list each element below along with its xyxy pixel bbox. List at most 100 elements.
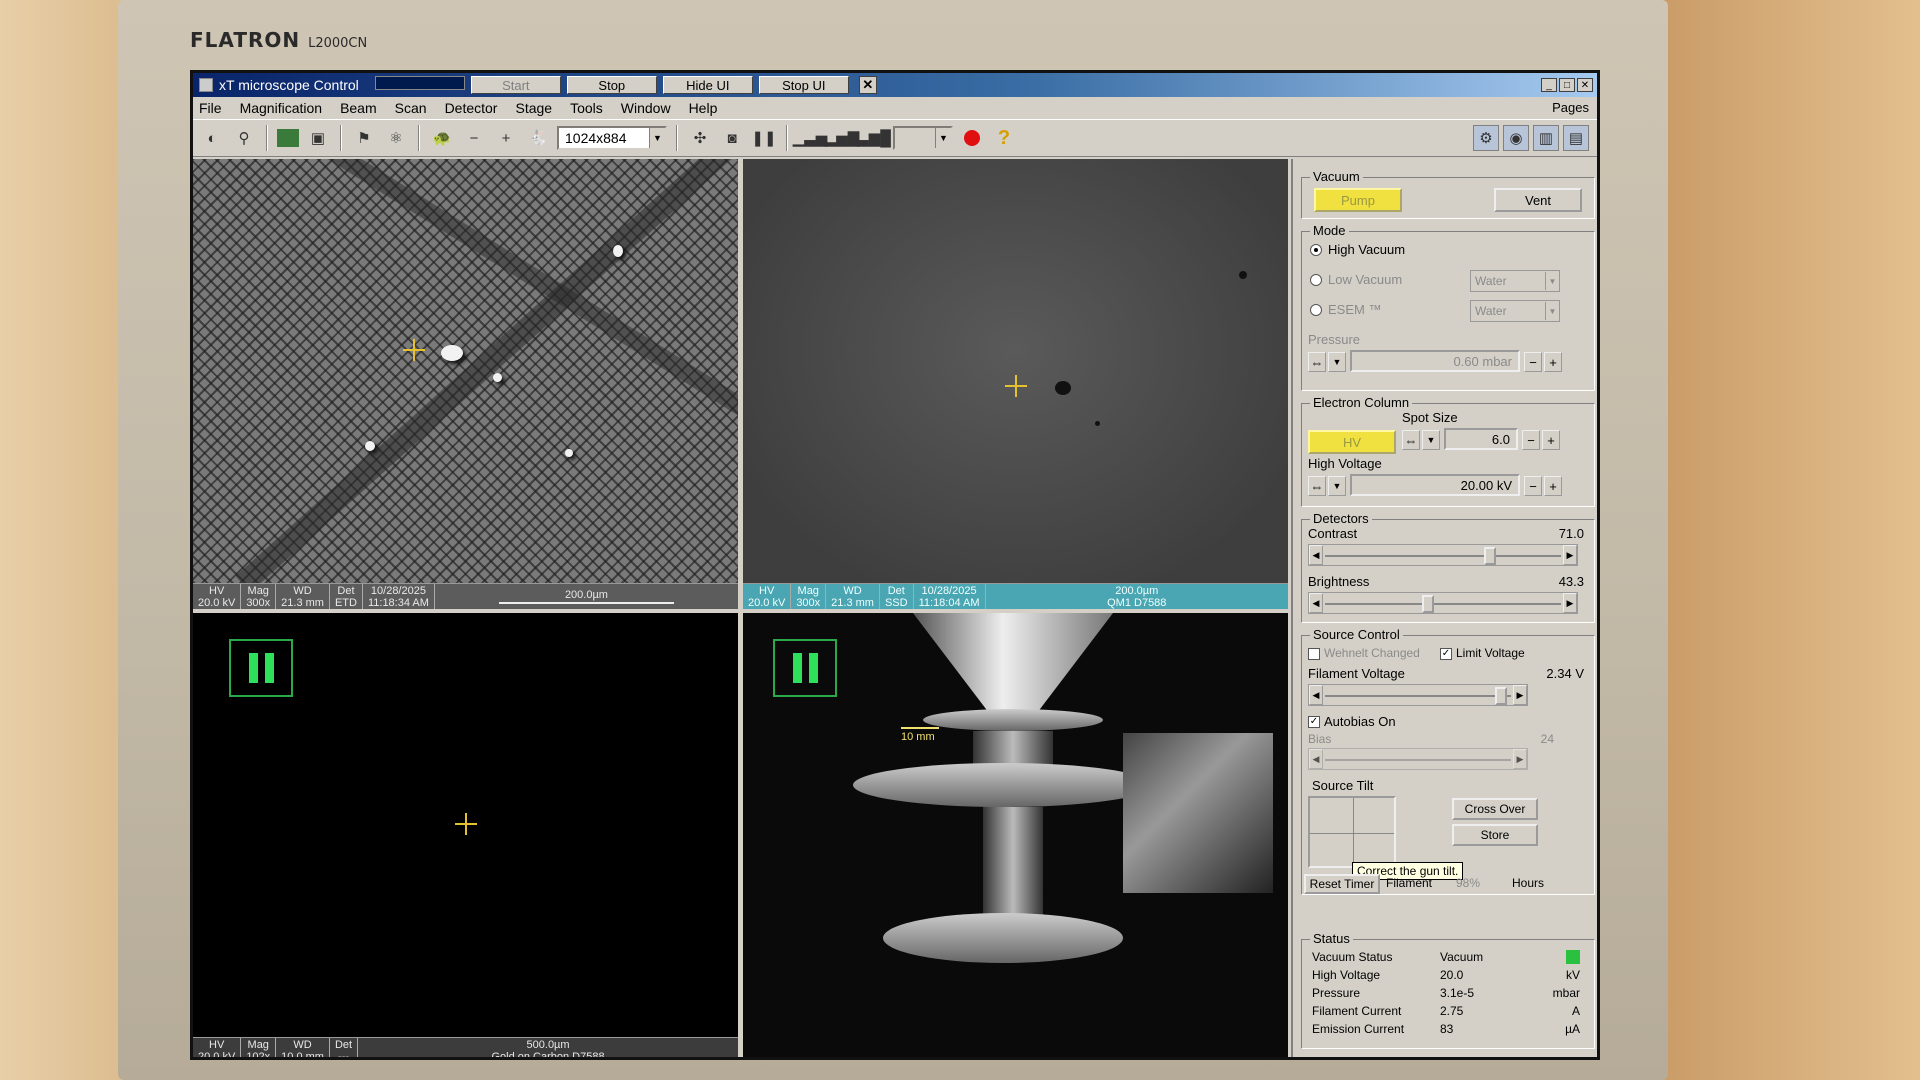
- autobias-checkbox[interactable]: ✓: [1308, 716, 1320, 728]
- hv-plus-button[interactable]: +: [1544, 476, 1562, 496]
- resolution-select[interactable]: 1024x884 ▼: [557, 126, 667, 150]
- esem-gas-select[interactable]: Water ▼: [1470, 300, 1560, 322]
- slider-left-icon[interactable]: ◀: [1309, 593, 1323, 613]
- menu-stage[interactable]: Stage: [515, 100, 552, 116]
- pressure-minus-button[interactable]: −: [1524, 352, 1542, 372]
- focus-icon[interactable]: ✣: [687, 125, 713, 151]
- minus-icon[interactable]: −: [461, 125, 487, 151]
- monitor-brand: FLATRON L2000CN: [190, 28, 367, 52]
- pressure-field[interactable]: 0.60 mbar: [1350, 350, 1520, 372]
- slider-right-icon[interactable]: ▶: [1563, 593, 1577, 613]
- slider-left-icon[interactable]: ◀: [1309, 749, 1323, 769]
- source-tilt-pad[interactable]: [1308, 796, 1396, 868]
- menu-magnification[interactable]: Magnification: [240, 100, 323, 116]
- image-icon[interactable]: [277, 129, 299, 147]
- quad-3-paused-image[interactable]: HV 20.0 kV Mag 102x WD 10.0 mm Det --- 500.0…: [193, 613, 738, 1058]
- hv-minus-button[interactable]: −: [1524, 476, 1542, 496]
- low-vacuum-radio[interactable]: [1310, 274, 1322, 286]
- spot-minus-button[interactable]: −: [1522, 430, 1540, 450]
- rabbit-icon[interactable]: 🐇: [525, 125, 551, 151]
- hide-ui-button[interactable]: Hide UI: [662, 76, 753, 94]
- strip-close-icon[interactable]: ✕: [858, 76, 877, 94]
- chevron-down-icon[interactable]: ▼: [1328, 352, 1346, 372]
- limit-voltage-checkbox[interactable]: ✓: [1440, 648, 1452, 660]
- beam-icon[interactable]: ◐: [199, 125, 225, 151]
- limit-voltage-label: Limit Voltage: [1456, 646, 1525, 660]
- low-vacuum-gas-select[interactable]: Water ▼: [1470, 270, 1560, 292]
- histogram3-icon[interactable]: ▃▆█: [857, 125, 891, 151]
- maximize-icon[interactable]: □: [1559, 78, 1575, 92]
- particle: [441, 345, 463, 361]
- pages-label[interactable]: Pages: [1552, 100, 1589, 115]
- menu-beam[interactable]: Beam: [340, 100, 377, 116]
- contrast-thumb[interactable]: [1484, 547, 1497, 565]
- stop-ui-button[interactable]: Stop UI: [758, 76, 849, 94]
- paused-icon: [773, 639, 837, 697]
- slider-left-icon[interactable]: ◀: [1309, 545, 1323, 565]
- databar-scale: 500.0µm Gold on Carbon D7588: [358, 1038, 738, 1058]
- vent-button[interactable]: Vent: [1494, 188, 1582, 212]
- menu-file[interactable]: File: [199, 100, 222, 116]
- record-icon[interactable]: [959, 125, 985, 151]
- status-value: 3.1e-5: [1440, 986, 1475, 1000]
- pressure-link-icon[interactable]: ⇔: [1308, 352, 1326, 372]
- detector-icon[interactable]: ⚲: [231, 125, 257, 151]
- esem-radio[interactable]: [1310, 304, 1322, 316]
- spot-plus-button[interactable]: +: [1542, 430, 1560, 450]
- gas-value: Water: [1475, 304, 1507, 318]
- filament-thumb[interactable]: [1495, 687, 1507, 705]
- high-voltage-field[interactable]: 20.00 kV: [1350, 474, 1520, 496]
- high-vacuum-radio[interactable]: [1310, 244, 1322, 256]
- contrast-slider[interactable]: ◀ ▶: [1308, 544, 1578, 566]
- quad-2-ssd-image[interactable]: HV 20.0 kV Mag 300x WD 21.3 mm Det SSD 10/28…: [743, 159, 1288, 609]
- camera-icon[interactable]: ◙: [719, 125, 745, 151]
- slider-right-icon[interactable]: ▶: [1563, 545, 1577, 565]
- pump-button[interactable]: Pump: [1314, 188, 1402, 212]
- cross-over-button[interactable]: Cross Over: [1452, 798, 1538, 820]
- minimize-icon[interactable]: _: [1541, 78, 1557, 92]
- tilt-icon[interactable]: ⚛: [383, 125, 409, 151]
- pressure-plus-button[interactable]: +: [1544, 352, 1562, 372]
- slider-right-icon[interactable]: ▶: [1513, 749, 1527, 769]
- filament-voltage-slider[interactable]: ◀ ▶: [1308, 684, 1528, 706]
- brightness-slider[interactable]: ◀ ▶: [1308, 592, 1578, 614]
- store-button[interactable]: Store: [1452, 824, 1538, 846]
- slider-right-icon[interactable]: ▶: [1513, 685, 1527, 705]
- menu-scan[interactable]: Scan: [395, 100, 427, 116]
- close-icon[interactable]: ✕: [1577, 78, 1593, 92]
- histogram-icon[interactable]: ▁▃▅: [793, 125, 828, 151]
- menu-tools[interactable]: Tools: [570, 100, 603, 116]
- histogram2-icon[interactable]: ▂▅▇: [825, 125, 860, 151]
- window-icon[interactable]: ▣: [305, 125, 331, 151]
- wehnelt-checkbox[interactable]: [1308, 648, 1320, 660]
- stop-button[interactable]: Stop: [566, 76, 657, 94]
- plus-icon[interactable]: +: [493, 125, 519, 151]
- start-button[interactable]: Start: [470, 76, 561, 94]
- page-settings-icon[interactable]: ⚙: [1473, 125, 1499, 151]
- stage-icon[interactable]: ⚑: [351, 125, 377, 151]
- menu-window[interactable]: Window: [621, 100, 671, 116]
- record-dot: [964, 130, 980, 146]
- chevron-down-icon[interactable]: ▼: [1422, 430, 1440, 450]
- reset-timer-button[interactable]: Reset Timer: [1304, 874, 1380, 894]
- spot-size-field[interactable]: 6.0: [1444, 428, 1518, 450]
- spot-link-icon[interactable]: ⇔: [1402, 430, 1420, 450]
- preset-select[interactable]: ▼: [893, 126, 953, 150]
- bias-slider[interactable]: ◀ ▶: [1308, 748, 1528, 770]
- sem-image-flat: [743, 159, 1288, 583]
- menu-help[interactable]: Help: [689, 100, 718, 116]
- snail-icon[interactable]: 🐢: [429, 125, 455, 151]
- hv-button[interactable]: HV: [1308, 430, 1396, 454]
- page-column-icon[interactable]: ▥: [1533, 125, 1559, 151]
- chevron-down-icon[interactable]: ▼: [1328, 476, 1346, 496]
- quad-1-etd-image[interactable]: HV 20.0 kV Mag 300x WD 21.3 mm Det ETD 10/28…: [193, 159, 738, 609]
- menu-detector[interactable]: Detector: [445, 100, 498, 116]
- quad-4-chamber-camera[interactable]: 10 mm: [743, 613, 1288, 1057]
- page-globe-icon[interactable]: ◉: [1503, 125, 1529, 151]
- hv-link-icon[interactable]: ⇔: [1308, 476, 1326, 496]
- brightness-thumb[interactable]: [1421, 595, 1434, 613]
- page-list-icon[interactable]: ▤: [1563, 125, 1589, 151]
- slider-left-icon[interactable]: ◀: [1309, 685, 1323, 705]
- help-icon[interactable]: ?: [991, 125, 1017, 151]
- pause-icon[interactable]: ❚❚: [751, 125, 777, 151]
